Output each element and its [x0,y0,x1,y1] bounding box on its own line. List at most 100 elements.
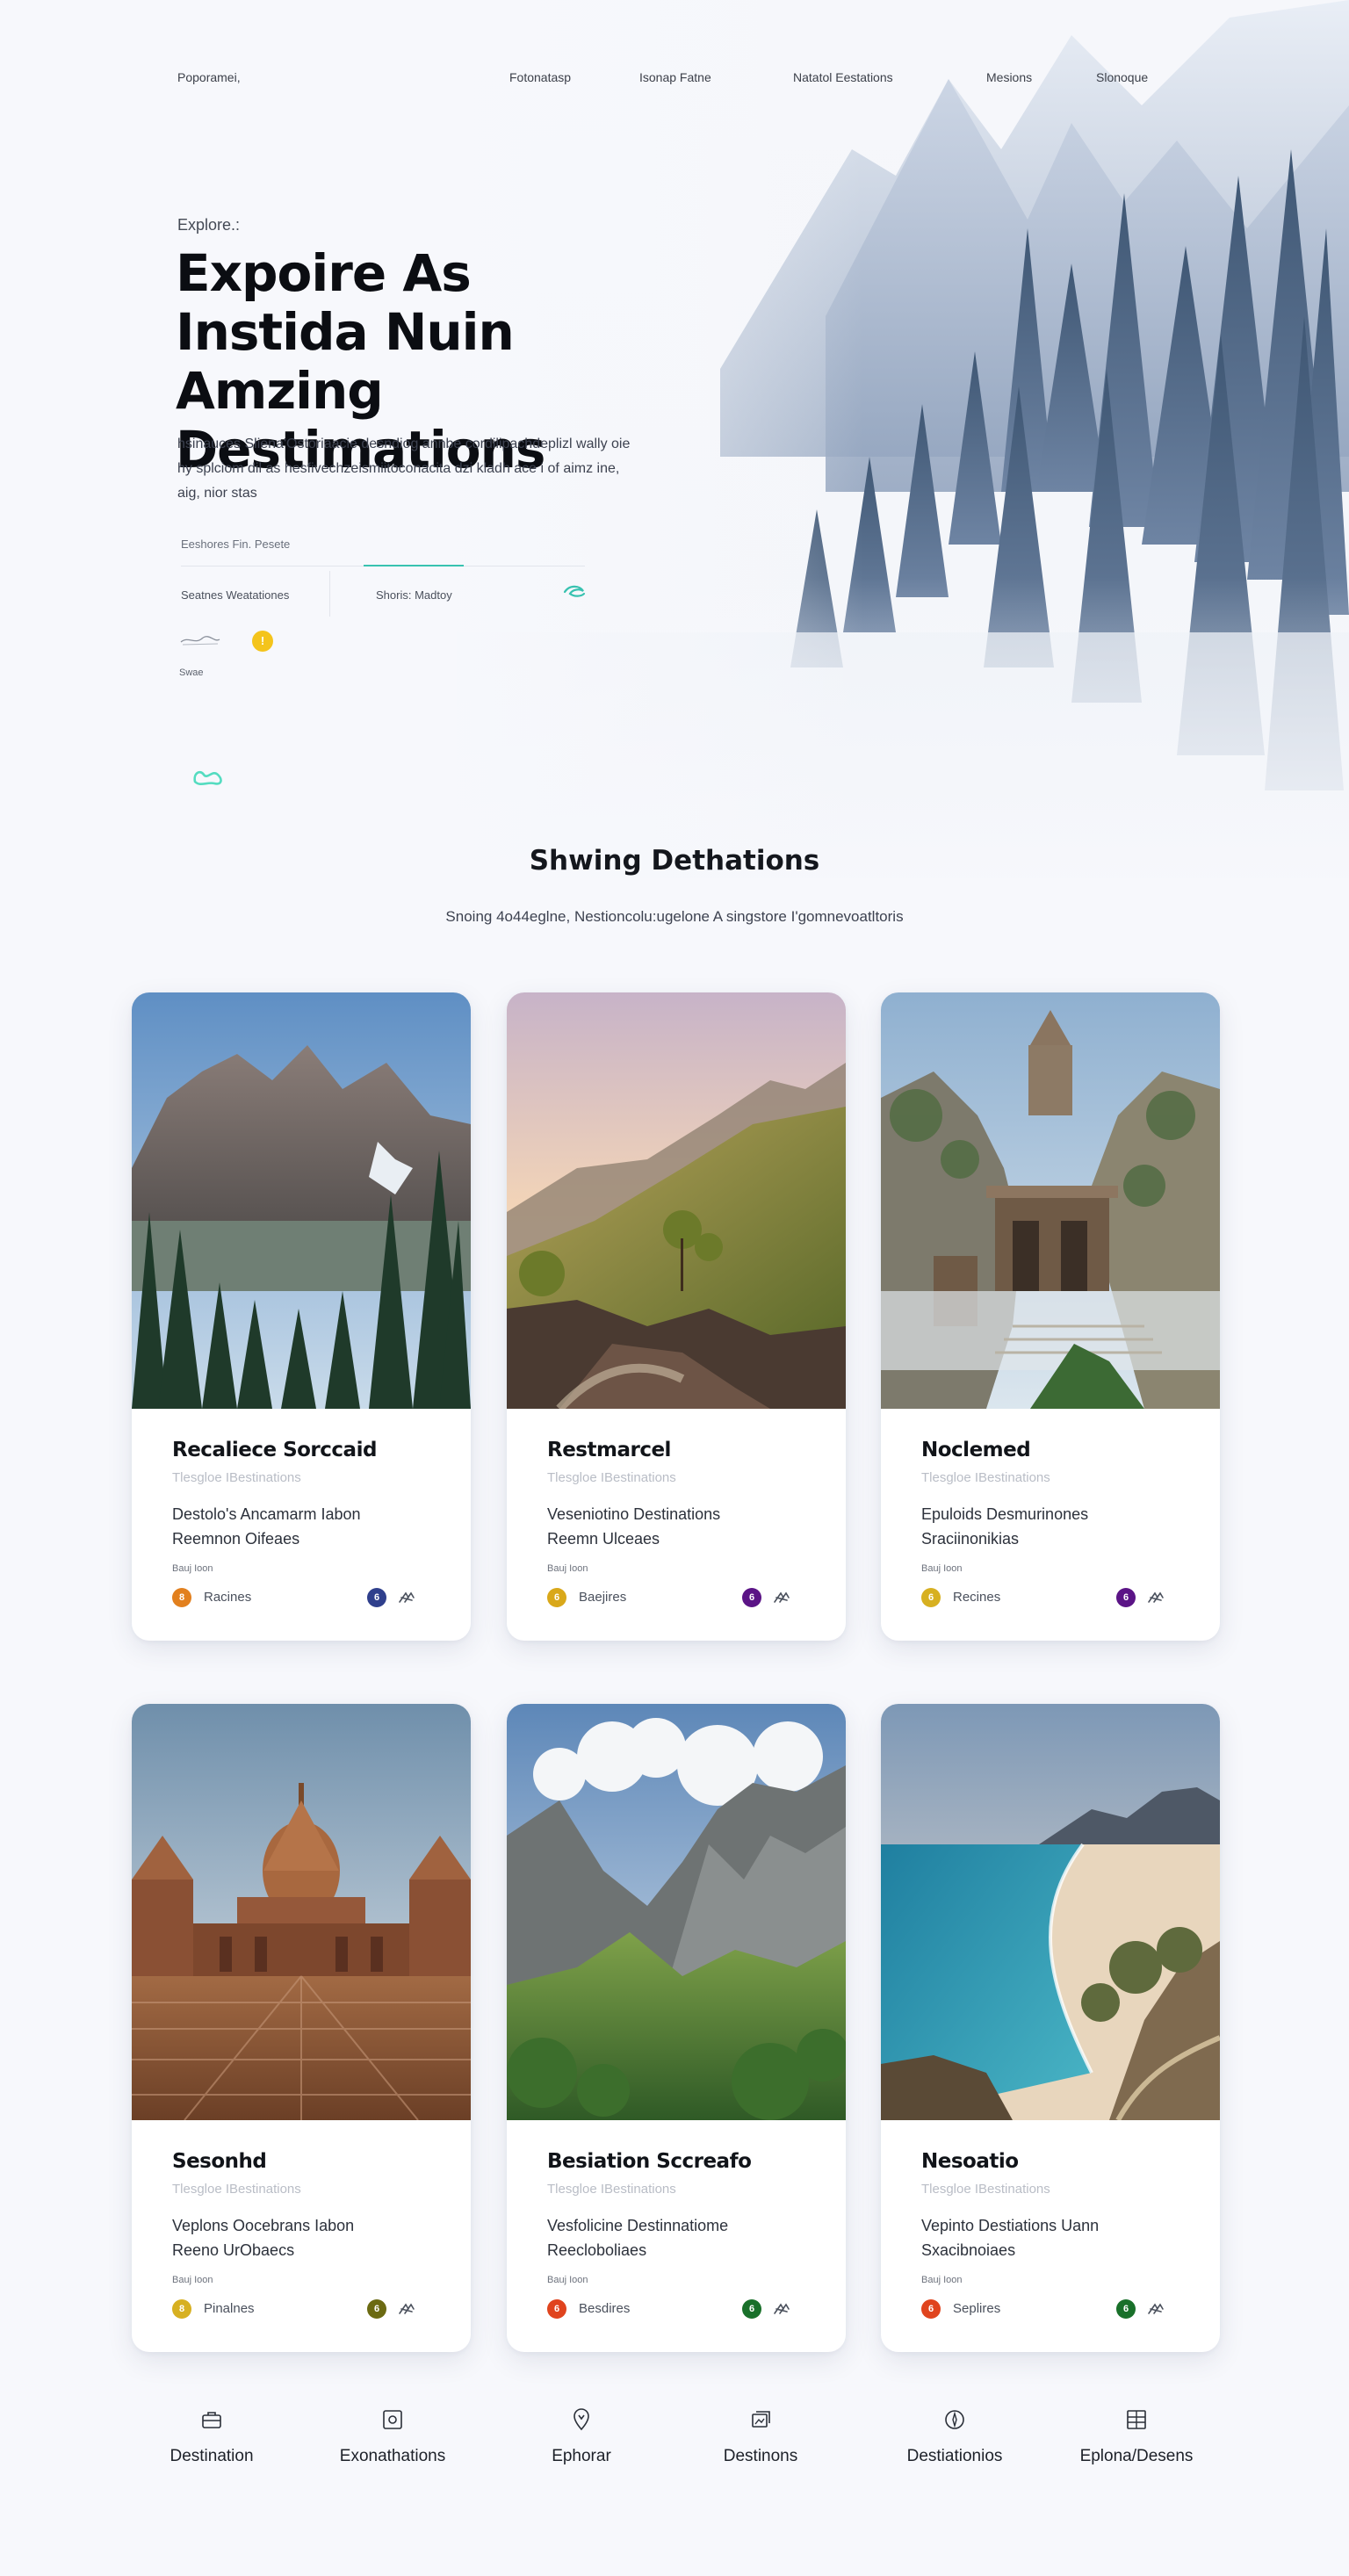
category-badge: 6 [547,1588,566,1607]
category-badge: 6 [921,1588,941,1607]
card-footer: 8 Pinalnes 6 [172,2298,436,2319]
card-subtitle: Tlesgloe IBestinations [921,1470,1050,1485]
favorite-badge[interactable]: 6 [1116,1588,1136,1607]
card-image-coastline [881,1704,1220,2120]
card-small-label: Bauj Ioon [921,2275,963,2285]
share-icon[interactable] [397,2300,416,2318]
destination-card[interactable]: Sesonhd Tlesgloe IBestinations Veplons O… [132,1704,471,2352]
frame-icon [383,2410,402,2429]
card-footer-label: Besdires [579,2301,631,2316]
category-badge: 6 [921,2299,941,2319]
hero-eyebrow: Explore.: [177,216,241,234]
card-subtitle: Tlesgloe IBestinations [921,2182,1050,2197]
gallery-icon [752,2411,770,2428]
card-image-alpine-peaks [132,992,471,1409]
favorite-badge[interactable]: 6 [367,2299,386,2319]
bottom-nav-destination[interactable]: Destination [133,2406,291,2466]
bottom-nav-destinons[interactable]: Destinons [682,2406,840,2466]
rating-badge: ! [252,631,273,652]
destination-card[interactable]: Besiation Sccreafo Tlesgloe IBestination… [507,1704,846,2352]
card-footer-label: Racines [204,1590,252,1605]
card-subtitle: Tlesgloe IBestinations [547,1470,676,1485]
hero-meta-tab-2[interactable]: Shoris: Madtoy [376,588,452,602]
card-subtitle: Tlesgloe IBestinations [172,2182,301,2197]
divider [329,571,330,617]
nav-link-4[interactable]: Mesions [986,70,1032,84]
card-title: Noclemed [921,1439,1031,1461]
compass-icon [945,2410,964,2429]
nav-link-1[interactable]: Fotonatasp [509,70,571,84]
bottom-navigation: Destination Exonathations Ephorar Destin… [0,2406,1349,2512]
card-small-label: Bauj Ioon [547,1563,588,1574]
category-badge: 8 [172,1588,191,1607]
category-badge: 8 [172,2299,191,2319]
card-footer: 6 Recines 6 [921,1586,1185,1607]
card-description: Veplons Oocebrans Iabon Reeno UrObaecs [172,2217,355,2259]
share-icon[interactable] [397,1589,416,1606]
card-title: Restmarcel [547,1439,671,1461]
nav-link-5[interactable]: Slonoque [1096,70,1148,84]
swirl-icon[interactable] [562,583,587,601]
card-title: Besiation Sccreafo [547,2150,752,2173]
card-image-green-mountains [507,1704,846,2120]
signature-icon [180,636,220,646]
card-description: Vepinto Destiations Uann Sxacibnoiaes [921,2217,1100,2259]
destination-card[interactable]: Recaliece Sorccaid Tlesgloe IBestination… [132,992,471,1641]
card-footer: 8 Racines 6 [172,1586,436,1607]
share-icon[interactable] [772,1589,791,1606]
share-icon[interactable] [1146,2300,1165,2318]
bottom-nav-exonathations[interactable]: Exonathations [314,2406,472,2466]
hero-section: Poporamei, Fotonatasp Isonap Fatne Natat… [0,0,1349,962]
card-footer-label: Baejires [579,1590,627,1605]
brand-squiggle-icon [193,770,222,786]
grid-icon [1127,2410,1146,2429]
card-title: Sesonhd [172,2150,267,2173]
card-image-sunset-valley [507,992,846,1409]
card-small-label: Bauj Ioon [547,2275,588,2285]
map-pin-icon [574,2408,589,2431]
hero-mini-label: Eeshores Fin. Pesete [181,538,291,551]
destination-card[interactable]: Noclemed Tlesgloe IBestinations Epuloids… [881,992,1220,1641]
favorite-badge[interactable]: 6 [367,1588,386,1607]
hero-meta-tab-1[interactable]: Seatnes Weatationes [181,588,289,602]
active-tab-indicator [364,565,464,566]
card-description: Veseniotino Destinations Reemn Ulceaes [547,1505,721,1548]
card-footer-label: Recines [953,1590,1001,1605]
card-subtitle: Tlesgloe IBestinations [172,1470,301,1485]
card-description: Vesfolicine Destinnatiome Reecloboliaes [547,2217,729,2259]
favorite-badge[interactable]: 6 [1116,2299,1136,2319]
favorite-badge[interactable]: 6 [742,2299,761,2319]
card-title: Nesoatio [921,2150,1019,2173]
nav-link-3[interactable]: Natatol Eestations [793,70,893,84]
card-footer: 6 Seplires 6 [921,2298,1185,2319]
bottom-nav-eplona-desens[interactable]: Eplona/Desens [1057,2406,1216,2466]
card-footer: 6 Baejires 6 [547,1586,811,1607]
bottom-nav-ephorar[interactable]: Ephorar [502,2406,660,2466]
hero-description: hsinauces Sliena'Ostoriaacie desndiog an… [177,437,631,501]
card-title: Recaliece Sorccaid [172,1439,377,1461]
card-description: Epuloids Desmurinones Sraciinonikias [921,1505,1089,1548]
nav-link-2[interactable]: Isonap Fatne [639,70,711,84]
suitcase-icon [202,2412,221,2428]
section-title: Shwing Dethations [529,845,820,877]
card-small-label: Bauj Ioon [172,2275,213,2285]
site-logo[interactable]: Poporamei, [177,70,241,84]
card-image-ornate-temple [132,1704,471,2120]
card-footer-label: Pinalnes [204,2301,255,2316]
share-icon[interactable] [772,2300,791,2318]
card-description: Destolo's Ancamarm Iabon Reemnon Oifeaes [172,1505,361,1548]
card-small-label: Bauj Ioon [172,1563,213,1574]
share-icon[interactable] [1146,1589,1165,1606]
card-footer-label: Seplires [953,2301,1001,2316]
category-badge: 6 [547,2299,566,2319]
hero-small-note: Swae [179,667,204,678]
bottom-nav-destiationios[interactable]: Destiationios [876,2406,1034,2466]
destination-card[interactable]: Nesoatio Tlesgloe IBestinations Vepinto … [881,1704,1220,2352]
card-subtitle: Tlesgloe IBestinations [547,2182,676,2197]
card-image-temple-ruins [881,992,1220,1409]
favorite-badge[interactable]: 6 [742,1588,761,1607]
card-footer: 6 Besdires 6 [547,2298,811,2319]
section-subtitle: Snoing 4o44eglne, Nestioncolu:ugelone A … [445,908,904,925]
destination-card[interactable]: Restmarcel Tlesgloe IBestinations Veseni… [507,992,846,1641]
card-small-label: Bauj Ioon [921,1563,963,1574]
